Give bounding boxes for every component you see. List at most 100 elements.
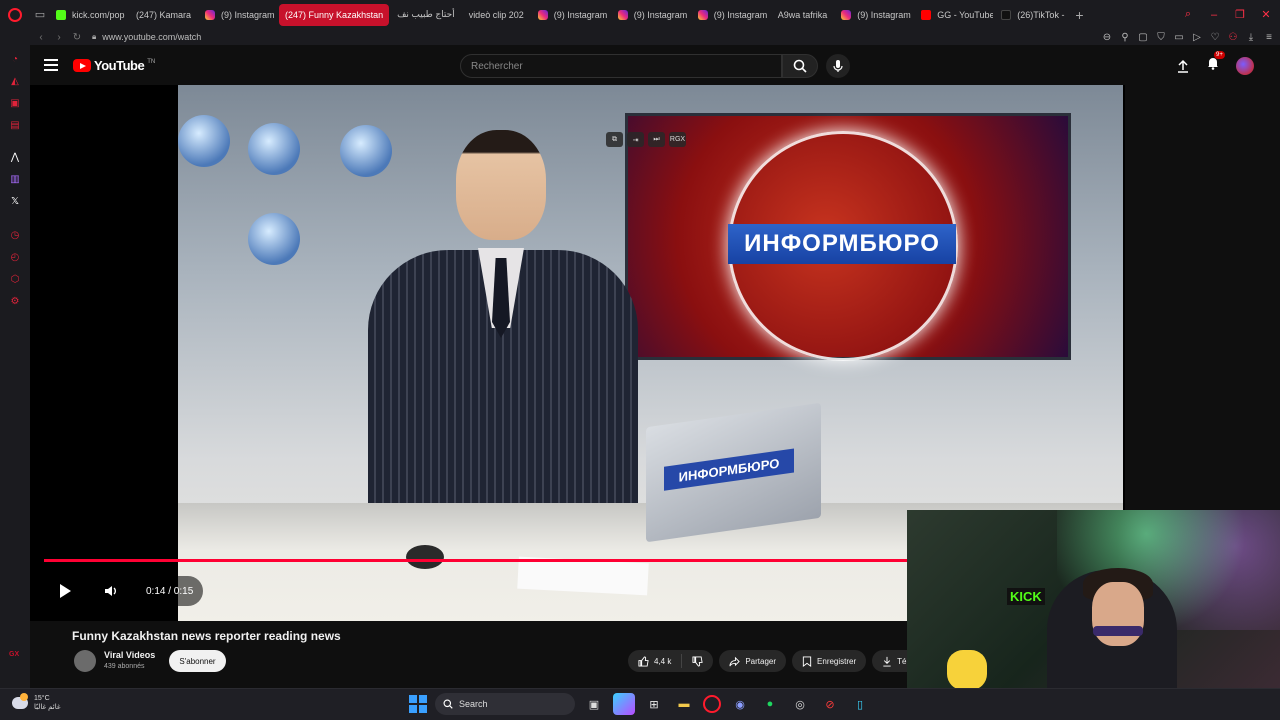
skip-icon[interactable]: ⏭	[648, 132, 665, 147]
popout-icon[interactable]: ⇥	[627, 132, 644, 147]
zoom-icon[interactable]: ⊖	[1102, 32, 1112, 43]
cube-icon[interactable]: ⬡	[8, 273, 22, 287]
video-actions: 4,4 k Partager Enregistrer Télé	[628, 650, 923, 672]
volume-icon	[105, 586, 116, 596]
kick-icon	[56, 9, 66, 20]
browser-tab[interactable]: kick.com/pop	[50, 4, 128, 26]
gx-corner-icon[interactable]: ◭	[8, 75, 22, 89]
account-icon[interactable]: ⚇	[1228, 32, 1238, 43]
video-title: Funny Kazakhstan news reporter reading n…	[72, 629, 341, 643]
cast-icon[interactable]: ▭	[1174, 32, 1184, 43]
weather-widget[interactable]: 15°C غائم غالبًا	[12, 693, 61, 712]
forward-icon[interactable]: ›	[50, 32, 68, 43]
player-icon[interactable]: ▤	[8, 119, 22, 133]
voice-search-button[interactable]	[826, 54, 850, 78]
reload-icon[interactable]: ↻	[68, 32, 86, 43]
lock-icon[interactable]: 🔒︎	[92, 32, 96, 42]
x-icon[interactable]: 𝕏	[8, 195, 22, 209]
messenger-icon[interactable]: ▣	[8, 97, 22, 111]
news-screen: ИНФОРМБЮРО	[625, 113, 1071, 361]
opera-gx-icon[interactable]	[703, 695, 721, 713]
youtube-wordmark: YouTube	[94, 58, 145, 73]
subscribe-button[interactable]: S'abonner	[169, 650, 226, 672]
settings-icon[interactable]: ⚙	[8, 295, 22, 309]
browser-tab-label: (9) Instagram	[633, 9, 688, 20]
browser-tab[interactable]: (26)TikTok -	[995, 4, 1070, 26]
weather-icon	[12, 693, 28, 709]
browser-tab[interactable]: (9) Instagram	[612, 4, 690, 26]
twitch-icon[interactable]: ▥	[8, 173, 22, 187]
new-tab-button[interactable]: +	[1070, 7, 1088, 23]
steam-icon[interactable]: ◎	[789, 693, 811, 715]
clock-icon[interactable]: ◷	[8, 229, 22, 243]
kick-sign: KICK	[1007, 588, 1045, 605]
rgx-label[interactable]: RGX	[669, 132, 686, 147]
youtube-logo[interactable]: YouTube TN	[73, 58, 155, 73]
upload-icon[interactable]	[1176, 59, 1190, 73]
browser-tab[interactable]: (9) Instagram	[532, 4, 610, 26]
save-button[interactable]: Enregistrer	[792, 650, 867, 672]
notifications-button[interactable]: 9+	[1206, 51, 1225, 75]
browser-tab[interactable]: (9) Instagram	[199, 4, 277, 26]
search-input[interactable]: Rechercher	[460, 54, 782, 78]
channel-avatar[interactable]	[74, 650, 96, 672]
pip-icon[interactable]: ⧉	[606, 132, 623, 147]
screen-caption: ИНФОРМБЮРО	[728, 224, 956, 264]
share-button[interactable]: Partager	[719, 650, 787, 672]
browser-tab-label: (247) Funny Kazakhstan	[285, 9, 384, 20]
window-controls: ⌕ – ❐ ✕	[1182, 0, 1280, 29]
play-icon[interactable]: ▷	[1192, 32, 1202, 43]
browser-tab[interactable]: GG - YouTube	[915, 4, 993, 26]
shield-icon[interactable]: ⛉	[1156, 32, 1166, 43]
task-view-icon[interactable]: ▣	[583, 693, 605, 715]
history-icon[interactable]: ◴	[8, 251, 22, 265]
pin-icon[interactable]: ⚲	[1120, 32, 1130, 43]
browser-tab[interactable]: videò clip 202	[30, 4, 530, 55]
laptop: ИНФОРМБЮРО	[646, 402, 821, 543]
discord-icon[interactable]: ◉	[729, 693, 751, 715]
menu-icon[interactable]: ≡	[1264, 32, 1274, 43]
browser-tab[interactable]: أحتاج طبيب نف	[30, 4, 461, 55]
tab-menu-icon[interactable]: ▭	[30, 0, 50, 29]
kick-sidebar-icon[interactable]: ⋀	[8, 151, 22, 165]
channel-name[interactable]: Viral Videos	[104, 650, 155, 660]
browser-tab[interactable]: (247) Kamara	[30, 4, 197, 55]
download-icon[interactable]: ⤓	[1246, 32, 1256, 43]
search-button[interactable]	[782, 54, 818, 78]
volume-button[interactable]	[94, 574, 128, 608]
opera-logo-icon[interactable]	[0, 0, 30, 29]
play-icon	[60, 584, 71, 598]
gx-control-icon[interactable]: ◔	[8, 53, 22, 67]
close-icon[interactable]: ✕	[1260, 8, 1272, 21]
file-explorer-icon[interactable]: ▬	[673, 693, 695, 715]
store-icon[interactable]: ⊞	[643, 693, 665, 715]
browser-tab-label: (9) Instagram	[221, 9, 275, 20]
laptop-caption: ИНФОРМБЮРО	[664, 448, 794, 491]
back-icon[interactable]: ‹	[32, 32, 50, 43]
browser-tab[interactable]: (9) Instagram	[692, 4, 770, 26]
notepad-icon[interactable]: ▯	[849, 693, 871, 715]
progress-fill	[44, 559, 1053, 562]
taskbar-search[interactable]: Search	[435, 693, 575, 715]
minimize-icon[interactable]: –	[1208, 9, 1220, 21]
browser-tab[interactable]: (247) Funny Kazakhstan	[30, 3, 390, 55]
account-avatar[interactable]	[1236, 56, 1254, 75]
copilot-icon[interactable]	[613, 693, 635, 715]
microphone-icon	[833, 60, 843, 72]
snapshot-icon[interactable]: ▢	[1138, 32, 1148, 43]
instagram-icon	[841, 9, 852, 20]
play-button[interactable]	[44, 574, 86, 608]
browser-tab[interactable]: (9) Instagram	[835, 4, 913, 26]
restore-icon[interactable]: ❐	[1234, 8, 1246, 21]
guide-menu-icon[interactable]	[44, 59, 58, 71]
heart-icon[interactable]: ♡	[1210, 32, 1220, 43]
webcam-overlay: KICK	[907, 510, 1280, 688]
browser-tab[interactable]: A9wa tafrika	[30, 4, 834, 55]
search-tabs-icon[interactable]: ⌕	[1182, 8, 1194, 21]
windows-start-icon[interactable]	[409, 695, 427, 713]
dislike-button[interactable]	[682, 650, 713, 672]
like-button[interactable]: 4,4 k	[628, 650, 681, 672]
valorant-icon[interactable]: ⊘	[819, 693, 841, 715]
url-field[interactable]: www.youtube.com/watch	[102, 32, 201, 42]
spotify-icon[interactable]: ●	[759, 693, 781, 715]
